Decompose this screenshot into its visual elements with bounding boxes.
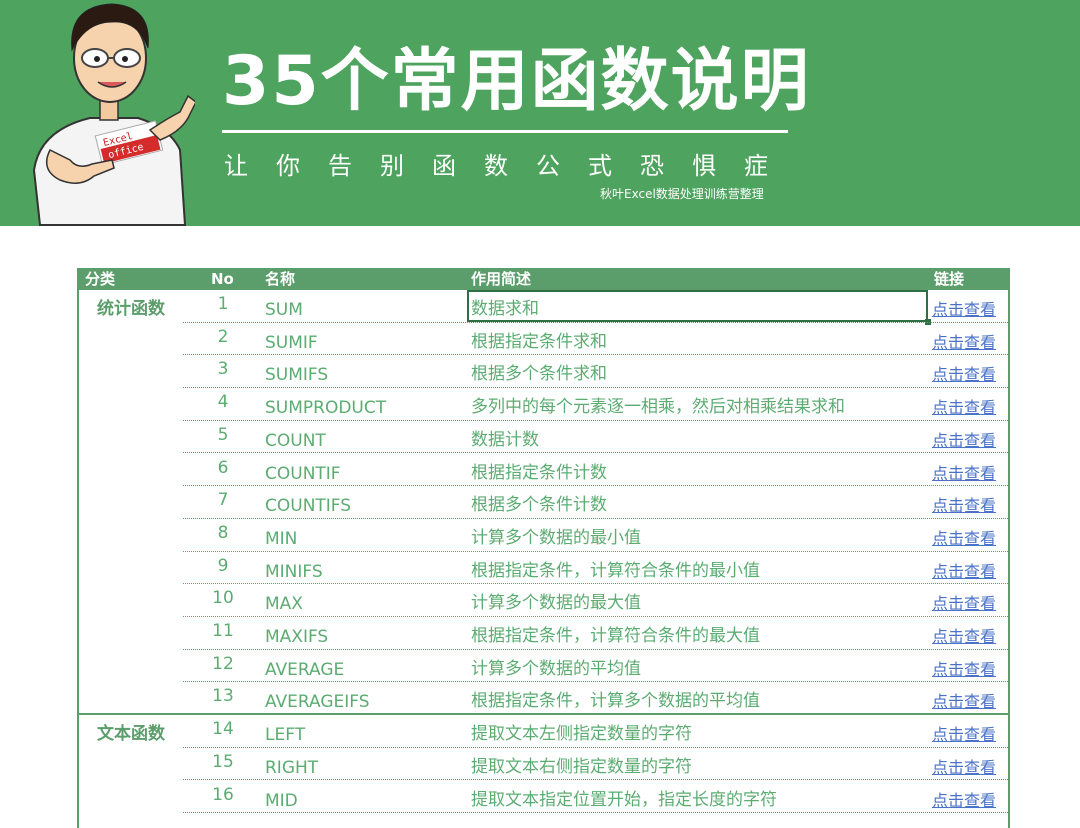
function-name: MIN [265, 528, 298, 549]
function-description: 根据多个条件计数 [471, 495, 607, 516]
row-number: 3 [217, 359, 229, 380]
function-name: COUNT [265, 430, 326, 451]
table-row: 11 MAXIFS 根据指定条件，计算符合条件的最大值 点击查看 [79, 617, 1008, 650]
view-link[interactable]: 点击查看 [932, 460, 996, 484]
row-number: 15 [212, 751, 234, 772]
column-header-no: No [211, 270, 234, 288]
column-header-desc: 作用简述 [471, 270, 532, 288]
view-link[interactable]: 点击查看 [932, 656, 996, 680]
function-description: 根据指定条件求和 [471, 331, 607, 352]
view-link[interactable]: 点击查看 [932, 623, 996, 647]
row-number: 6 [217, 457, 229, 478]
view-link[interactable]: 点击查看 [932, 394, 996, 418]
function-description: 计算多个数据的平均值 [471, 658, 641, 679]
function-name: SUMIFS [265, 365, 329, 386]
function-description: 提取文本右侧指定数量的字符 [471, 756, 692, 777]
function-description: 多列中的每个元素逐一相乘，然后对相乘结果求和 [471, 397, 845, 418]
view-link[interactable]: 点击查看 [932, 590, 996, 614]
row-number: 11 [212, 621, 234, 641]
row-number: 9 [217, 555, 229, 576]
table-row: 文本函数 14 LEFT 提取文本左侧指定数量的字符 点击查看 [79, 715, 1008, 748]
row-divider [183, 812, 1008, 814]
table-row: 6 COUNTIF 根据指定条件计数 点击查看 [79, 454, 1008, 487]
row-number: 4 [217, 392, 229, 413]
function-name: LEFT [265, 725, 306, 746]
function-description: 根据指定条件，计算符合条件的最大值 [471, 626, 760, 646]
view-link[interactable]: 点击查看 [932, 492, 996, 516]
function-name: SUMPRODUCT [265, 398, 387, 419]
function-name: MAXIFS [265, 627, 329, 647]
row-number: 1 [217, 294, 229, 314]
function-name: MID [265, 790, 298, 811]
function-description: 根据指定条件，计算符合条件的最小值 [471, 560, 760, 581]
table-row: 8 MIN 计算多个数据的最小值 点击查看 [79, 519, 1008, 552]
column-header-name: 名称 [265, 270, 296, 288]
function-name: AVERAGE [265, 659, 345, 680]
function-description: 根据指定条件，计算多个数据的平均值 [471, 691, 760, 712]
table-row: 7 COUNTIFS 根据多个条件计数 点击查看 [79, 486, 1008, 519]
table-row: 15 RIGHT 提取文本右侧指定数量的字符 点击查看 [79, 748, 1008, 781]
table-row: 4 SUMPRODUCT 多列中的每个元素逐一相乘，然后对相乘结果求和 点击查看 [79, 388, 1008, 421]
view-link[interactable]: 点击查看 [932, 525, 996, 549]
table-header: 分类 No 名称 作用简述 链接 [79, 268, 1008, 290]
function-name: SUM [265, 300, 303, 320]
category-label: 文本函数 [97, 724, 165, 745]
function-name: RIGHT [265, 757, 319, 778]
table-row: 13 AVERAGEIFS 根据指定条件，计算多个数据的平均值 点击查看 [79, 682, 1008, 716]
row-number: 16 [212, 784, 234, 805]
view-link[interactable]: 点击查看 [932, 329, 996, 353]
category-label: 统计函数 [97, 299, 165, 319]
credit-text: 秋叶Excel数据处理训练营整理 [600, 187, 764, 201]
page-title: 35个常用函数说明 [222, 42, 811, 121]
view-link[interactable]: 点击查看 [932, 688, 996, 712]
view-link[interactable]: 点击查看 [932, 754, 996, 778]
row-number: 8 [217, 522, 229, 543]
row-number: 7 [217, 490, 229, 511]
view-link[interactable]: 点击查看 [932, 427, 996, 451]
function-description: 根据多个条件求和 [471, 364, 607, 385]
function-table: 分类 No 名称 作用简述 链接 统计函数 1 SUM 数据求和 点击查看 2 … [77, 268, 1010, 828]
mascot-illustration: Excel office [32, 3, 195, 226]
table-row: 10 MAX 计算多个数据的最大值 点击查看 [79, 584, 1008, 617]
row-number: 14 [212, 719, 234, 740]
function-name: SUMIF [265, 332, 318, 353]
title-divider [222, 130, 788, 133]
table-row: 9 MINIFS 根据指定条件，计算符合条件的最小值 点击查看 [79, 552, 1008, 585]
function-description: 数据计数 [471, 429, 539, 450]
row-number: 12 [212, 653, 234, 674]
page-subtitle: 让你告别函数公式恐惧症 [224, 152, 796, 180]
view-link[interactable]: 点击查看 [932, 721, 996, 745]
function-name: COUNTIF [265, 463, 341, 484]
view-link[interactable]: 点击查看 [932, 361, 996, 385]
function-name: MAX [265, 594, 303, 615]
column-header-link: 链接 [934, 270, 965, 288]
function-name: COUNTIFS [265, 496, 352, 517]
row-number: 5 [217, 424, 229, 445]
function-name: AVERAGEIFS [265, 692, 370, 713]
view-link[interactable]: 点击查看 [932, 296, 996, 320]
table-row: 统计函数 1 SUM 数据求和 点击查看 [79, 290, 1008, 325]
function-description: 计算多个数据的最大值 [471, 593, 641, 614]
view-link[interactable]: 点击查看 [932, 558, 996, 582]
view-link[interactable]: 点击查看 [932, 787, 996, 811]
row-number: 2 [217, 326, 229, 347]
table-row: 5 COUNT 数据计数 点击查看 [79, 421, 1008, 454]
table-row: 16 MID 提取文本指定位置开始，指定长度的字符 点击查看 [79, 781, 1008, 814]
row-number: 13 [212, 686, 234, 707]
table-row: 12 AVERAGE 计算多个数据的平均值 点击查看 [79, 650, 1008, 683]
table-row: 2 SUMIF 根据指定条件求和 点击查看 [79, 323, 1008, 356]
function-description: 计算多个数据的最小值 [471, 527, 641, 548]
function-description: 提取文本指定位置开始，指定长度的字符 [471, 789, 777, 810]
column-header-category: 分类 [85, 270, 116, 288]
function-name: MINIFS [265, 561, 323, 582]
function-description: 提取文本左侧指定数量的字符 [471, 724, 692, 745]
table-row: 3 SUMIFS 根据多个条件求和 点击查看 [79, 355, 1008, 389]
row-number: 10 [212, 588, 234, 609]
header-banner: Excel office 35个常用函数说明 让你告别函数公式恐惧症 秋叶Exc… [0, 0, 1080, 226]
function-description: 根据指定条件计数 [471, 462, 607, 483]
function-description: 数据求和 [471, 299, 539, 319]
